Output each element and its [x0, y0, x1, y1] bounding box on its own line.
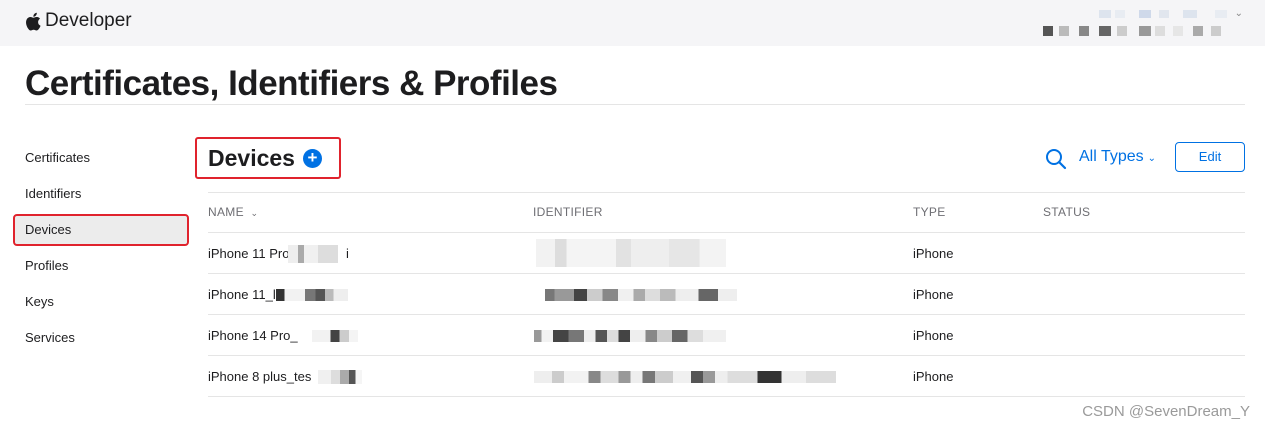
title-divider	[25, 104, 1245, 105]
chevron-down-icon: ⌄	[1147, 152, 1157, 164]
column-header-identifier: IDENTIFIER	[533, 205, 603, 219]
sidebar: Certificates Identifiers Devices Profile…	[13, 142, 189, 358]
table-header-row: NAME ⌄ IDENTIFIER TYPE STATUS	[208, 192, 1245, 233]
sidebar-item-devices[interactable]: Devices	[13, 214, 189, 246]
sort-chevron-icon: ⌄	[250, 208, 259, 218]
type-filter-label: All Types	[1079, 148, 1144, 165]
device-name: iPhone 11_l	[208, 287, 276, 302]
table-row[interactable]: iPhone 11 Pro i iPhone	[208, 233, 1245, 274]
table-row[interactable]: iPhone 8 plus_tes iPhone	[208, 356, 1245, 397]
watermark: CSDN @SevenDream_Y	[1082, 403, 1250, 420]
device-type: iPhone	[913, 369, 954, 384]
developer-brand[interactable]: Developer	[25, 10, 132, 32]
device-name: iPhone 8 plus_tes	[208, 369, 312, 384]
column-header-status: STATUS	[1043, 205, 1091, 219]
add-device-button[interactable]: +	[302, 148, 322, 168]
sidebar-item-services[interactable]: Services	[13, 322, 189, 354]
redacted-name	[312, 330, 358, 342]
chevron-down-icon[interactable]: ⌄	[1235, 8, 1243, 19]
type-filter-dropdown[interactable]: All Types ⌄	[1079, 148, 1156, 166]
device-name: iPhone 11 Pro	[208, 246, 290, 261]
devices-table: NAME ⌄ IDENTIFIER TYPE STATUS iPhone 11 …	[208, 192, 1245, 397]
sidebar-item-certificates[interactable]: Certificates	[13, 142, 189, 174]
table-row[interactable]: iPhone 14 Pro_ iPhone	[208, 315, 1245, 356]
edit-button[interactable]: Edit	[1175, 142, 1245, 172]
top-navigation-bar: Developer ⌄	[0, 0, 1265, 46]
redacted-name	[318, 370, 362, 384]
redacted-identifier	[545, 289, 737, 301]
redacted-name	[276, 289, 348, 301]
brand-label: Developer	[45, 10, 132, 31]
account-menu-redacted[interactable]	[1043, 6, 1243, 38]
column-header-name[interactable]: NAME ⌄	[208, 192, 258, 234]
device-name-tail: i	[346, 246, 349, 261]
device-type: iPhone	[913, 287, 954, 302]
section-title: Devices	[208, 144, 295, 171]
page-title: Certificates, Identifiers & Profiles	[25, 64, 558, 103]
redacted-name	[288, 245, 338, 263]
device-name: iPhone 14 Pro_	[208, 328, 298, 343]
table-row[interactable]: iPhone 11_l iPhone	[208, 274, 1245, 315]
device-type: iPhone	[913, 328, 954, 343]
device-type: iPhone	[913, 246, 954, 261]
column-header-name-label: NAME	[208, 205, 244, 219]
column-header-type: TYPE	[913, 205, 946, 219]
redacted-identifier	[536, 239, 726, 267]
sidebar-item-keys[interactable]: Keys	[13, 286, 189, 318]
sidebar-item-identifiers[interactable]: Identifiers	[13, 178, 189, 210]
devices-header: Devices +	[195, 137, 341, 179]
redacted-identifier	[534, 330, 726, 342]
sidebar-item-profiles[interactable]: Profiles	[13, 250, 189, 282]
redacted-identifier	[534, 371, 836, 383]
apple-logo-icon	[26, 12, 41, 30]
search-icon[interactable]	[1045, 148, 1067, 170]
